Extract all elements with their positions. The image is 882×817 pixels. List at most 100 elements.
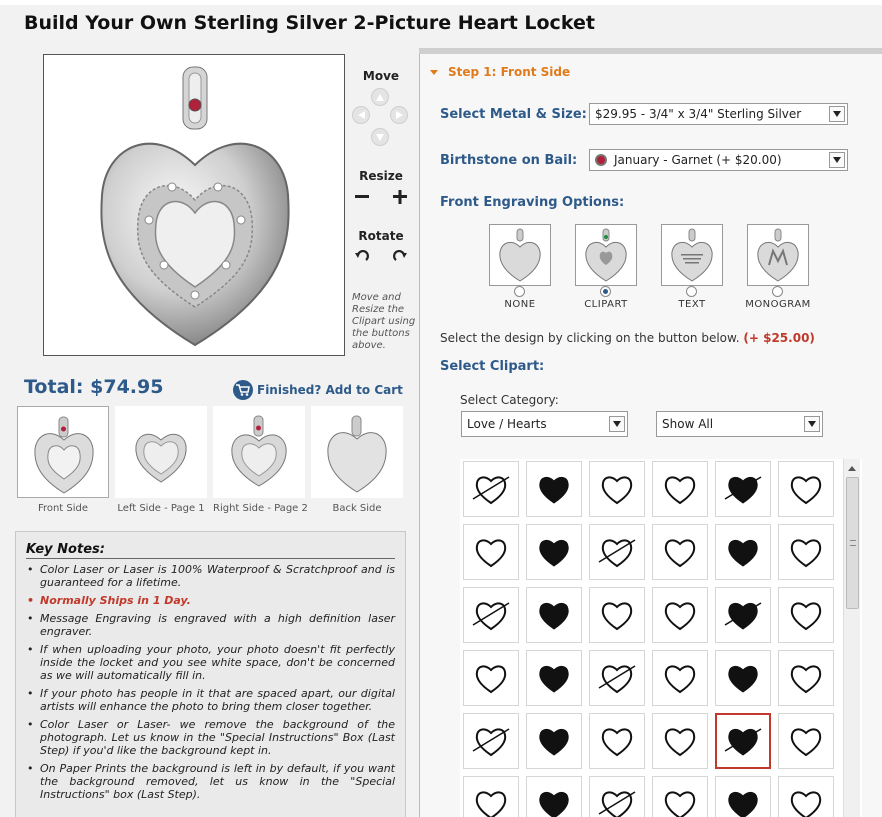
design-instruction: Select the design by clicking on the but… [440, 331, 815, 345]
thumb-right-side[interactable] [213, 406, 305, 498]
scroll-up-icon[interactable] [844, 461, 860, 475]
i-love-you-text-icon [664, 665, 696, 694]
locket-preview-image [100, 66, 290, 347]
couple-heart-icon [728, 539, 758, 567]
metal-size-select[interactable]: $29.95 - 3/4" x 3/4" Sterling Silver [589, 103, 848, 125]
radio-none[interactable] [514, 286, 525, 297]
option-label-clipart: CLIPART [584, 299, 628, 310]
clipart-item-winged-envelope[interactable] [463, 461, 519, 517]
clipart-item-floral-heart[interactable] [589, 587, 645, 643]
move-up-icon[interactable] [371, 88, 389, 106]
top-strip [0, 0, 882, 5]
clipart-item-cherub-hearts[interactable] [715, 776, 771, 817]
rotate-right-icon[interactable] [391, 248, 409, 266]
clipart-item-kissing-kids[interactable] [589, 461, 645, 517]
enlarge-icon[interactable] [391, 188, 409, 206]
engraving-option-monogram[interactable] [747, 224, 809, 286]
chevron-down-icon [609, 416, 625, 432]
scattered-hearts-icon [790, 665, 822, 694]
grip-icon [850, 540, 856, 546]
clipart-item-hearts-bouquet[interactable] [589, 776, 645, 817]
clipart-item-couple-heart[interactable] [715, 524, 771, 580]
clipart-item-double-heart-line[interactable] [652, 713, 708, 769]
clipart-item-i-love-you-text[interactable] [652, 650, 708, 706]
birthstone-label: Birthstone on Bail: [440, 153, 578, 168]
move-right-icon[interactable] [390, 106, 408, 124]
note-item: Message Engraving is engraved with a hig… [26, 612, 395, 638]
clipart-item-love-pen[interactable] [589, 524, 645, 580]
move-label: Move [362, 69, 400, 83]
lips-icon [475, 665, 507, 694]
clipart-item-heart-arrow[interactable] [778, 461, 834, 517]
cherubs-small-icon [790, 728, 822, 757]
scroll-thumb[interactable] [846, 477, 859, 609]
bold-heart-outline-icon [472, 602, 510, 631]
birthstone-select[interactable]: January - Garnet (+ $20.00) [589, 149, 848, 171]
shrink-icon[interactable] [353, 188, 371, 206]
clipart-item-cupid-bow[interactable] [652, 776, 708, 817]
clipart-hint: Move and Resize the Clipart using the bu… [352, 292, 416, 351]
clipart-item-bold-heart-outline[interactable] [463, 587, 519, 643]
add-to-cart-link[interactable]: Finished? Add to Cart [233, 380, 403, 400]
clipart-item-double-heart-outline[interactable] [778, 587, 834, 643]
clipart-item-teddy-bear-heart[interactable] [526, 587, 582, 643]
clipart-item-flower-tree-heart[interactable] [526, 713, 582, 769]
clipart-item-heart-arrow-sketch[interactable] [715, 587, 771, 643]
radio-text[interactable] [686, 286, 697, 297]
clipart-item-rose-heart[interactable] [463, 713, 519, 769]
key-notes-list: Color Laser or Laser is 100% Waterproof … [26, 563, 395, 801]
thumb-left-side[interactable] [115, 406, 207, 498]
text-heart-icon [671, 228, 713, 282]
note-item: Color Laser or Laser is 100% Waterproof … [26, 563, 395, 589]
clipart-item-cupid-silhouette[interactable] [526, 461, 582, 517]
heart-outline-icon [724, 476, 762, 504]
clipart-item-cherub-heart[interactable] [526, 650, 582, 706]
key-notes-title: Key Notes: [26, 542, 395, 559]
clipart-item-black-hearts-pair[interactable] [526, 776, 582, 817]
clipart-item-two-hearts-arrow[interactable] [463, 524, 519, 580]
move-left-icon[interactable] [352, 106, 370, 124]
step-header[interactable]: Step 1: Front Side [430, 65, 570, 79]
locket-preview[interactable] [43, 54, 345, 356]
filter-select[interactable]: Show All [656, 411, 823, 437]
clipart-item-two-black-hearts[interactable] [526, 524, 582, 580]
clipart-item-teddy-bears[interactable] [589, 650, 645, 706]
clipart-item-lace-heart[interactable] [589, 713, 645, 769]
teddy-bears-icon [598, 665, 636, 694]
clipart-item-cherubs-small[interactable] [778, 713, 834, 769]
teddy-bear-heart-icon [539, 602, 569, 630]
clipart-item-heart-frame[interactable] [463, 776, 519, 817]
move-down-icon[interactable] [371, 128, 389, 146]
clipart-item-bunny-heart[interactable] [652, 587, 708, 643]
clipart-item-roses-heart[interactable] [778, 524, 834, 580]
winged-envelope-icon [472, 476, 510, 505]
note-item: If when uploading your photo, your photo… [26, 643, 395, 682]
clipart-item-cherub-arrow[interactable] [652, 461, 708, 517]
lace-heart-icon [601, 728, 633, 757]
clipart-item-heart-ribbon[interactable] [715, 650, 771, 706]
thumb-front-side[interactable] [17, 406, 109, 498]
rotate-left-icon[interactable] [353, 248, 371, 266]
clipart-item-scalloped-heart[interactable] [715, 713, 771, 769]
clipart-item-cherubs-pair[interactable] [652, 524, 708, 580]
thumb-back-side[interactable] [311, 406, 403, 498]
engraving-option-none[interactable] [489, 224, 551, 286]
clipart-item-heart-outline[interactable] [715, 461, 771, 517]
two-hearts-arrow-icon [475, 539, 507, 568]
double-heart-line-icon [664, 728, 696, 757]
heart-ribbon-icon [728, 665, 758, 693]
clipart-item-scattered-hearts[interactable] [778, 650, 834, 706]
engraving-option-clipart[interactable] [575, 224, 637, 286]
clipart-scrollbar[interactable] [843, 459, 860, 817]
radio-clipart[interactable] [600, 286, 611, 297]
engraving-option-text[interactable] [661, 224, 723, 286]
radio-monogram[interactable] [772, 286, 783, 297]
hearts-bouquet-icon [598, 791, 636, 817]
category-select[interactable]: Love / Hearts [461, 411, 628, 437]
design-price: (+ $25.00) [743, 331, 815, 345]
clipart-item-flower-bouquet[interactable] [778, 776, 834, 817]
clipart-item-lips[interactable] [463, 650, 519, 706]
birthstone-value: January - Garnet (+ $20.00) [614, 153, 782, 167]
bunny-heart-icon [664, 602, 696, 631]
cherubs-pair-icon [664, 539, 696, 568]
